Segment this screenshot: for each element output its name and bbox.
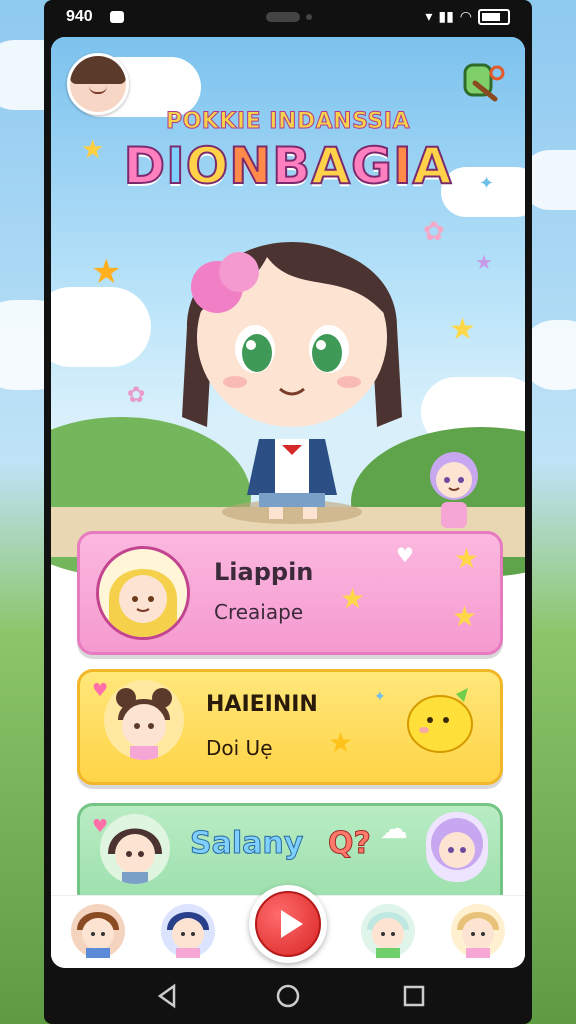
play-button[interactable] [249, 885, 327, 963]
user-avatar[interactable] [67, 53, 129, 115]
card-title: HAIEININ [206, 692, 318, 717]
star-icon: ★ [454, 542, 480, 575]
star-icon: ★ [452, 600, 478, 633]
nav-character-2[interactable] [161, 904, 215, 958]
nav-character-1[interactable] [71, 904, 125, 958]
status-time: 940 [66, 8, 93, 25]
card-portrait [100, 814, 170, 884]
heart-icon: ♥ [92, 680, 109, 701]
mode-card-liappin[interactable]: Liappin Creaiape ★ ★ ★ ♥ [77, 531, 503, 655]
back-icon[interactable] [152, 980, 184, 1012]
card-title: Liappin [214, 558, 314, 586]
star-icon: ★ [449, 312, 476, 347]
notification-icon [110, 11, 124, 23]
star-icon: ★ [81, 135, 105, 165]
recents-icon[interactable] [398, 980, 430, 1012]
cloud-icon: ☁ [380, 812, 408, 845]
camera-notch [266, 12, 300, 22]
sparkle-icon: ✦ [374, 689, 386, 705]
logo-subtitle: POKKIE INDANSSIA [165, 109, 410, 135]
cellular-icon: ▮▮ [438, 9, 454, 25]
hero-character [182, 242, 402, 524]
status-bar: 940 ▾ ▮▮ ◠ [44, 0, 532, 36]
card-portrait [96, 546, 190, 640]
heart-icon: ♥ [396, 543, 414, 567]
star-icon: ★ [475, 250, 493, 274]
mode-card-haieinin[interactable]: ♥ HAIEININ Doi Uẹ ★ ✦ [77, 669, 503, 785]
nav-character-4[interactable] [451, 904, 505, 958]
mini-character [430, 452, 478, 528]
app-screen: POKKIE INDANSSIA DIONBAGIA ★ ★ ★ ✿ ✦ ✿ ★ [51, 37, 525, 968]
nav-character-3[interactable] [361, 904, 415, 958]
battery-icon [478, 9, 510, 25]
card-portrait [104, 680, 184, 760]
signal-icon: ▾ [425, 9, 433, 25]
wifi-icon: ◠ [459, 9, 472, 25]
star-icon: ★ [91, 252, 122, 292]
card-portrait [426, 812, 488, 882]
key-icon[interactable] [461, 59, 509, 107]
play-icon [281, 910, 303, 938]
speech-bubble-icon [407, 688, 473, 753]
card-subtitle: Doi Uẹ [206, 736, 273, 760]
star-icon: ★ [328, 726, 354, 759]
heart-icon: ♥ [92, 816, 109, 837]
star-icon: ★ [340, 582, 366, 615]
camera-dot [306, 14, 312, 20]
cloud-decoration [51, 287, 151, 367]
card-subtitle: Creaiape [214, 600, 304, 624]
card-badge: Q? [328, 826, 372, 862]
flower-icon: ✿ [127, 383, 146, 408]
system-navigation [44, 968, 532, 1024]
phone-frame: 940 ▾ ▮▮ ◠ POKKIE INDANSSIA DIONBAGIA ★ … [44, 0, 532, 1024]
card-title: Salany [189, 826, 304, 862]
sparkle-icon: ✦ [479, 173, 495, 194]
home-icon[interactable] [272, 980, 304, 1012]
